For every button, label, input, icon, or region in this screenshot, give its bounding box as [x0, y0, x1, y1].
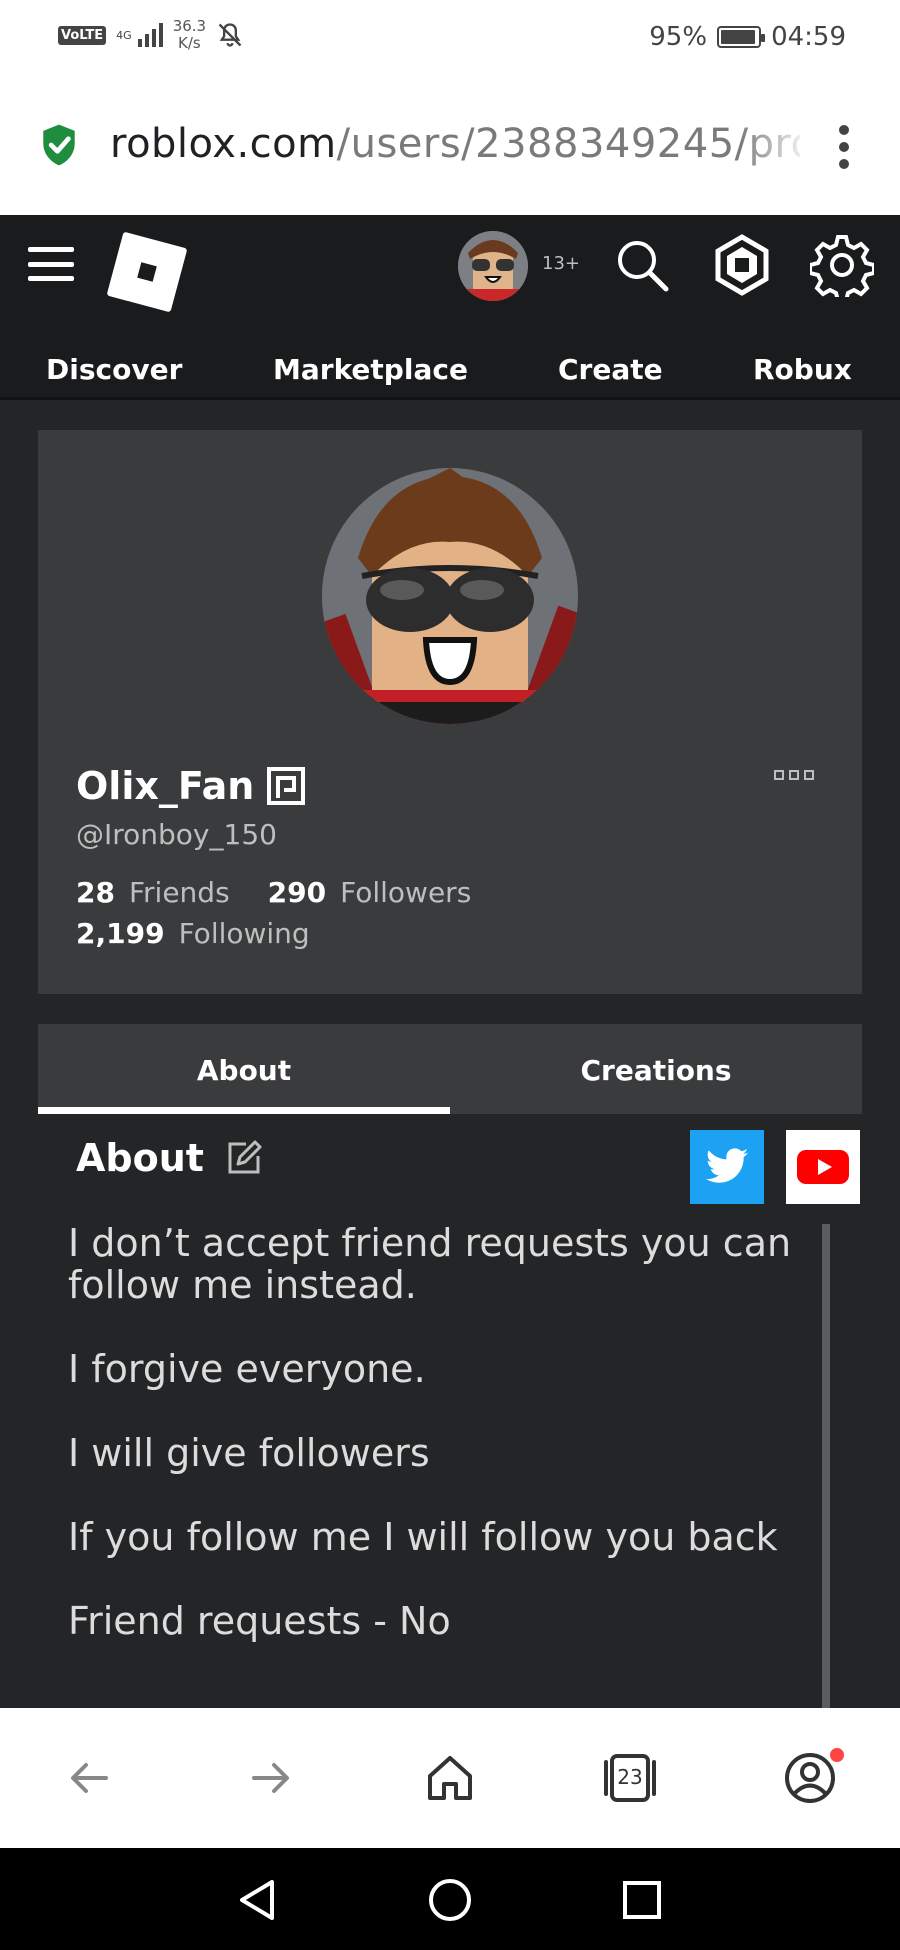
robux-icon[interactable] [710, 233, 774, 297]
back-arrow-icon[interactable] [62, 1750, 118, 1806]
system-navigation-bar [0, 1848, 900, 1950]
system-home-icon[interactable] [428, 1878, 472, 1922]
about-heading-row: About [76, 1136, 264, 1180]
browser-url-bar: roblox.com/users/2388349245/pro [0, 75, 900, 215]
account-icon[interactable] [782, 1750, 838, 1806]
about-scrollbar[interactable] [822, 1224, 830, 1710]
header-divider [0, 397, 900, 400]
age-badge: 13+ [542, 253, 580, 274]
profile-tabs: About Creations [38, 1024, 862, 1114]
browser-menu-button[interactable] [838, 125, 850, 169]
nav-create[interactable]: Create [558, 353, 663, 386]
notification-dot [830, 1748, 844, 1762]
followers-label[interactable]: Followers [340, 876, 471, 909]
forward-arrow-icon[interactable] [242, 1750, 298, 1806]
stats-row-2: 2,199 Following [76, 917, 495, 950]
about-paragraph: I don’t accept friend requests you can f… [68, 1221, 792, 1307]
url-path: /users/2388349245/pro [336, 121, 800, 167]
followers-count[interactable]: 290 [268, 876, 326, 909]
friends-label[interactable]: Friends [129, 876, 230, 909]
more-options-icon[interactable] [774, 770, 814, 780]
tab-creations[interactable]: Creations [450, 1024, 862, 1114]
about-paragraph: I forgive everyone. [68, 1347, 426, 1391]
following-label[interactable]: Following [179, 917, 310, 950]
stats-row-1: 28 Friends 290 Followers [76, 876, 495, 909]
roblox-logo[interactable] [106, 231, 188, 313]
bell-muted-icon [218, 23, 242, 47]
browser-bottom-bar: 23 [0, 1708, 900, 1848]
youtube-link[interactable] [786, 1130, 860, 1204]
following-count[interactable]: 2,199 [76, 917, 165, 950]
nav-marketplace[interactable]: Marketplace [273, 353, 468, 386]
header-avatar[interactable] [458, 231, 528, 301]
twitter-icon [705, 1148, 749, 1183]
system-recents-icon[interactable] [620, 1878, 664, 1922]
network-speed: 36.3 K/s [173, 18, 206, 52]
twitter-link[interactable] [690, 1130, 764, 1204]
youtube-icon [797, 1150, 849, 1184]
network-type: 4G [116, 28, 132, 42]
about-paragraph: I will give followers [68, 1431, 430, 1475]
status-left: VoLTE 4G 36.3 K/s [58, 18, 244, 52]
hamburger-menu-icon[interactable] [28, 247, 74, 281]
volte-indicator: VoLTE [58, 25, 107, 45]
display-name: Olix_Fan [76, 764, 255, 808]
friends-count[interactable]: 28 [76, 876, 115, 909]
about-paragraph: If you follow me I will follow you back [68, 1515, 778, 1559]
signal-icon [137, 23, 163, 47]
profile-avatar[interactable] [322, 468, 578, 724]
battery-percent: 95% [649, 22, 708, 52]
premium-icon [267, 767, 306, 805]
clock: 04:59 [771, 22, 846, 52]
status-bar: VoLTE 4G 36.3 K/s 95% 04:59 [0, 0, 900, 75]
system-back-icon[interactable] [236, 1878, 280, 1922]
status-right: 95% 04:59 [649, 22, 846, 52]
display-name-row: Olix_Fan [76, 764, 306, 808]
url-domain: roblox.com [110, 121, 337, 167]
speed-value: 36.3 [172, 17, 207, 35]
site-header: 13+ Discover Marketplace Create Robux [0, 215, 900, 400]
site-nav: Discover Marketplace Create Robux [0, 335, 900, 397]
nav-discover[interactable]: Discover [46, 353, 182, 386]
about-description: I don’t accept friend requests you can f… [68, 1222, 808, 1684]
about-heading: About [76, 1136, 204, 1180]
speed-unit: K/s [178, 34, 201, 52]
battery-icon [717, 26, 766, 48]
profile-stats: 28 Friends 290 Followers 2,199 Following [76, 876, 495, 958]
nav-robux[interactable]: Robux [753, 353, 852, 386]
about-paragraph: Friend requests - No [68, 1599, 451, 1643]
tab-about[interactable]: About [38, 1024, 450, 1114]
tab-count: 23 [617, 1765, 643, 1789]
secure-shield-icon[interactable] [40, 123, 78, 167]
tabs-button[interactable]: 23 [602, 1750, 658, 1806]
url-fade [740, 115, 810, 175]
search-icon[interactable] [612, 235, 672, 295]
home-icon[interactable] [422, 1750, 478, 1806]
username: @Ironboy_150 [76, 818, 277, 851]
address-field[interactable]: roblox.com/users/2388349245/pro [110, 121, 800, 167]
edit-icon[interactable] [224, 1138, 264, 1178]
settings-gear-icon[interactable] [810, 233, 874, 297]
profile-card: Olix_Fan @Ironboy_150 28 Friends 290 Fol… [38, 430, 862, 994]
